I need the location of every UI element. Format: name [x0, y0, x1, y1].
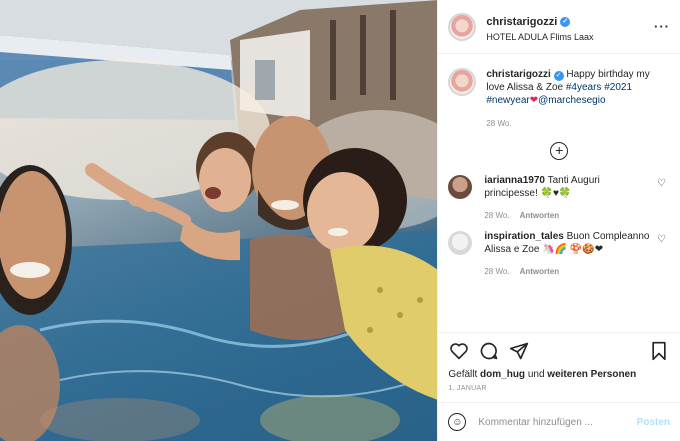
bookmark-icon[interactable] — [648, 340, 670, 362]
woman-face — [0, 171, 66, 299]
action-icons — [448, 339, 670, 363]
comment-input[interactable] — [476, 415, 637, 429]
pillar — [360, 15, 366, 95]
comment-username[interactable]: inspiration_tales — [484, 231, 563, 242]
emoji-icon[interactable]: ☺ — [448, 413, 467, 431]
post-photo[interactable] — [0, 0, 438, 441]
comment-body: iarianna1970 Tanti Auguri principesse! 🍀… — [484, 174, 670, 222]
comment-meta: 28 Wo. Antworten — [484, 209, 652, 222]
photo-illustration — [0, 0, 438, 441]
reply-button[interactable]: Antworten — [520, 267, 560, 276]
girl1-face — [199, 148, 251, 212]
comment-body: inspiration_tales Buon Compleanno Alissa… — [484, 230, 670, 278]
avatar[interactable] — [448, 175, 473, 199]
swimsuit-dot — [377, 287, 383, 293]
caption-username[interactable]: christarigozzi — [486, 69, 550, 80]
caption: christarigozzi ✓ Happy birthday my love … — [438, 54, 680, 107]
avatar[interactable] — [448, 12, 477, 41]
pillar — [390, 10, 396, 100]
caption-age: 28 Wo. — [486, 119, 512, 128]
avatar[interactable] — [448, 231, 473, 255]
hashtag-link[interactable]: #2021 — [604, 82, 632, 93]
likes-summary: Gefällt dom_hug und weiteren Personen — [448, 369, 670, 380]
girl1-arm — [129, 194, 191, 226]
likes-prefix: Gefällt — [448, 369, 478, 380]
post-comment-button[interactable]: Posten — [637, 417, 670, 428]
likes-user-link[interactable]: dom_hug — [480, 369, 525, 380]
girl1-mouth — [205, 187, 221, 199]
woman-smile — [10, 262, 50, 278]
header-text: christarigozzi ✓ HOTEL ADULA Flims Laax — [486, 12, 654, 42]
post-header: christarigozzi ✓ HOTEL ADULA Flims Laax … — [438, 0, 680, 54]
comment-age: 28 Wo. — [484, 267, 510, 276]
girl2-smile — [328, 228, 348, 236]
post-sidebar: christarigozzi ✓ HOTEL ADULA Flims Laax … — [437, 0, 680, 441]
load-more-comments: + — [438, 142, 680, 160]
caption-text: christarigozzi ✓ Happy birthday my love … — [486, 68, 670, 107]
comment-icon[interactable] — [478, 340, 500, 362]
comment-age: 28 Wo. — [484, 211, 510, 220]
plus-circle-icon[interactable]: + — [550, 142, 569, 160]
add-comment-bar: ☺ Posten — [438, 402, 680, 441]
swimsuit-dot — [367, 327, 373, 333]
username-row: christarigozzi ✓ — [486, 16, 571, 28]
comment-meta: 28 Wo. Antworten — [484, 265, 652, 278]
post-date[interactable]: 1. JANUAR — [448, 385, 670, 392]
verified-badge-icon: ✓ — [560, 16, 571, 27]
avatar[interactable] — [448, 68, 477, 96]
heart-emoji: ❤ — [529, 95, 539, 106]
heart-icon[interactable] — [448, 340, 470, 362]
username-link[interactable]: christarigozzi — [486, 16, 557, 28]
swimsuit-dot — [417, 297, 423, 303]
girl2-face — [307, 172, 379, 252]
comment-username[interactable]: iarianna1970 — [484, 175, 545, 186]
location-link[interactable]: HOTEL ADULA Flims Laax — [486, 32, 654, 42]
instagram-post: christarigozzi ✓ HOTEL ADULA Flims Laax … — [0, 0, 680, 441]
mention-link[interactable]: @marchesegio — [538, 95, 605, 106]
hashtag-link[interactable]: #4years — [566, 82, 602, 93]
comment-item: inspiration_tales Buon Compleanno Alissa… — [438, 230, 680, 278]
heart-icon[interactable]: ♡ — [657, 178, 666, 189]
pillar — [330, 20, 336, 100]
verified-badge-icon: ✓ — [553, 70, 564, 81]
heart-icon[interactable]: ♡ — [657, 234, 666, 245]
man-smile — [271, 200, 299, 210]
likes-middle: und — [527, 369, 545, 380]
actions-bar: Gefällt dom_hug und weiteren Personen 1.… — [438, 332, 680, 394]
reply-button[interactable]: Antworten — [520, 211, 560, 220]
window — [255, 60, 275, 100]
reflection — [40, 398, 200, 441]
hashtag-link[interactable]: #newyear — [486, 95, 529, 106]
comment-item: iarianna1970 Tanti Auguri principesse! 🍀… — [438, 174, 680, 222]
likes-others-link[interactable]: weiteren Personen — [547, 369, 636, 380]
swimsuit-dot — [397, 312, 403, 318]
more-horizontal-icon[interactable]: ··· — [654, 19, 670, 34]
share-icon[interactable] — [508, 340, 530, 362]
